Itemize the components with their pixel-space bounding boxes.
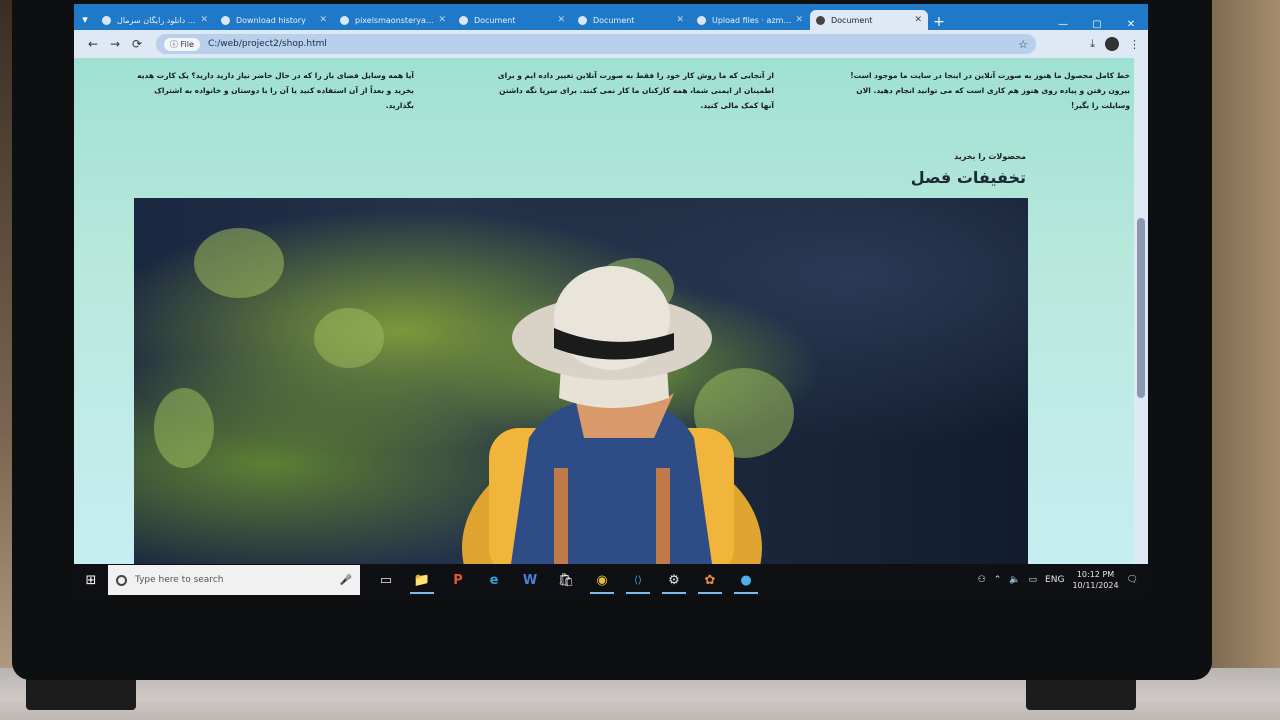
url-text[interactable]: C:/web/project2/shop.html <box>208 39 1018 49</box>
hero-image <box>134 198 1028 564</box>
start-button[interactable]: ⊞ <box>74 573 108 588</box>
tab-search-icon[interactable]: ▾ <box>74 8 96 30</box>
download-icon[interactable]: ⤓ <box>1090 37 1095 51</box>
notifications-icon[interactable]: 🗨 <box>1127 575 1138 585</box>
tab-6-active[interactable]: Document ✕ <box>810 10 928 30</box>
powerpoint-icon[interactable]: P <box>440 565 476 595</box>
battery-icon[interactable]: ▭ <box>1029 575 1038 585</box>
photos-icon[interactable]: ✿ <box>692 565 728 595</box>
clock[interactable]: 10:12 PM 10/11/2024 <box>1072 569 1118 591</box>
windows-taskbar: ⊞ Type here to search 🎤 ▭ 📁 P e W 🛍 ◉ ⟨⟩… <box>74 564 1148 596</box>
tab-title: Download history <box>236 15 306 25</box>
tab-3[interactable]: Document ✕ <box>453 10 571 30</box>
tab-close-icon[interactable]: ✕ <box>676 15 684 25</box>
clock-time: 10:12 PM <box>1076 570 1115 579</box>
edge-icon[interactable]: e <box>476 565 512 595</box>
browser-toolbar: ← → ⟳ ⓘ File C:/web/project2/shop.html ☆… <box>74 30 1148 58</box>
clock-date: 10/11/2024 <box>1072 581 1119 590</box>
tab-favicon-icon <box>221 15 230 25</box>
word-icon[interactable]: W <box>512 565 548 595</box>
page-scrollbar[interactable] <box>1134 58 1148 564</box>
back-button[interactable]: ← <box>82 37 104 51</box>
tab-title: pixelsmaonsteryaya... <box>355 15 435 25</box>
tab-close-icon[interactable]: ✕ <box>200 15 208 25</box>
tab-0[interactable]: دانلود رایگان سرمال | ... ✕ <box>96 10 214 30</box>
search-placeholder: Type here to search <box>135 575 224 585</box>
address-bar[interactable]: ⓘ File C:/web/project2/shop.html ☆ <box>156 34 1036 54</box>
paragraph-column-2: از آنجایی که ما روش کار خود را فقط به صو… <box>497 70 774 110</box>
toolbar-icons: ⤓ ⋮ <box>1090 37 1140 51</box>
browser-icon[interactable]: ● <box>728 565 764 595</box>
forward-button[interactable]: → <box>104 37 126 51</box>
tab-2[interactable]: pixelsmaonsteryaya... ✕ <box>334 10 452 30</box>
cortana-icon <box>116 574 127 586</box>
profile-avatar[interactable] <box>1105 37 1119 51</box>
volume-icon[interactable]: 🔈 <box>1009 575 1020 585</box>
minimize-button[interactable]: — <box>1046 19 1080 30</box>
web-page: خط کامل محصول ما هنوز به صورت آنلاین در … <box>74 58 1148 564</box>
system-tray: ⚇ ⌃ 🔈 ▭ ENG 10:12 PM 10/11/2024 🗨 <box>978 569 1148 591</box>
tab-close-icon[interactable]: ✕ <box>438 15 446 25</box>
store-icon[interactable]: 🛍 <box>548 565 584 595</box>
site-info-chip[interactable]: ⓘ File <box>164 37 200 51</box>
people-icon[interactable]: ⚇ <box>978 575 986 585</box>
tab-title: دانلود رایگان سرمال | ... <box>117 15 196 25</box>
section-kicker: محصولات را بخرید <box>954 152 1026 161</box>
tab-close-icon[interactable]: ✕ <box>795 15 803 25</box>
task-view-icon[interactable]: ▭ <box>368 565 404 595</box>
chrome-icon[interactable]: ◉ <box>584 565 620 595</box>
tab-4[interactable]: Document ✕ <box>572 10 690 30</box>
menu-kebab-icon[interactable]: ⋮ <box>1129 38 1140 51</box>
tab-close-icon[interactable]: ✕ <box>319 15 327 25</box>
new-tab-button[interactable]: + <box>929 14 949 30</box>
tab-favicon-icon <box>459 15 468 25</box>
tab-close-icon[interactable]: ✕ <box>914 15 922 25</box>
maximize-button[interactable]: ▢ <box>1080 19 1114 30</box>
reload-button[interactable]: ⟳ <box>126 37 148 51</box>
tab-title: Document <box>831 15 873 25</box>
window-controls: — ▢ ✕ <box>1046 19 1148 30</box>
mic-icon[interactable]: 🎤 <box>340 575 352 586</box>
tab-title: Upload files · azmon... <box>712 15 791 25</box>
tab-favicon-icon <box>816 15 825 25</box>
tab-favicon-icon <box>697 15 706 25</box>
paragraph-column-1: خط کامل محصول ما هنوز به صورت آنلاین در … <box>850 70 1130 110</box>
tray-chevron-icon[interactable]: ⌃ <box>994 575 1002 585</box>
bookmark-star-icon[interactable]: ☆ <box>1018 38 1028 51</box>
tab-favicon-icon <box>102 15 111 25</box>
tab-close-icon[interactable]: ✕ <box>557 15 565 25</box>
taskbar-search[interactable]: Type here to search 🎤 <box>108 565 360 595</box>
tab-favicon-icon <box>340 15 349 25</box>
close-window-button[interactable]: ✕ <box>1114 19 1148 30</box>
vscode-icon[interactable]: ⟨⟩ <box>620 565 656 595</box>
scrollbar-thumb[interactable] <box>1137 218 1145 398</box>
tab-5[interactable]: Upload files · azmon... ✕ <box>691 10 809 30</box>
tab-1[interactable]: Download history ✕ <box>215 10 333 30</box>
hiker-figure <box>462 266 762 564</box>
laptop-screen: ▾ دانلود رایگان سرمال | ... ✕ Download hi… <box>74 4 1148 596</box>
tab-title: Document <box>593 15 635 25</box>
settings-icon[interactable]: ⚙ <box>656 565 692 595</box>
file-explorer-icon[interactable]: 📁 <box>404 565 440 595</box>
section-title: تخفیفات فصل <box>910 168 1026 187</box>
taskbar-apps: ▭ 📁 P e W 🛍 ◉ ⟨⟩ ⚙ ✿ ● <box>368 565 764 595</box>
browser-tab-strip: ▾ دانلود رایگان سرمال | ... ✕ Download hi… <box>74 4 1148 30</box>
tab-title: Document <box>474 15 516 25</box>
paragraph-column-3: آیا همه وسایل فضای باز را که در حال حاضر… <box>137 70 414 110</box>
language-indicator[interactable]: ENG <box>1045 575 1064 585</box>
tab-favicon-icon <box>578 15 587 25</box>
